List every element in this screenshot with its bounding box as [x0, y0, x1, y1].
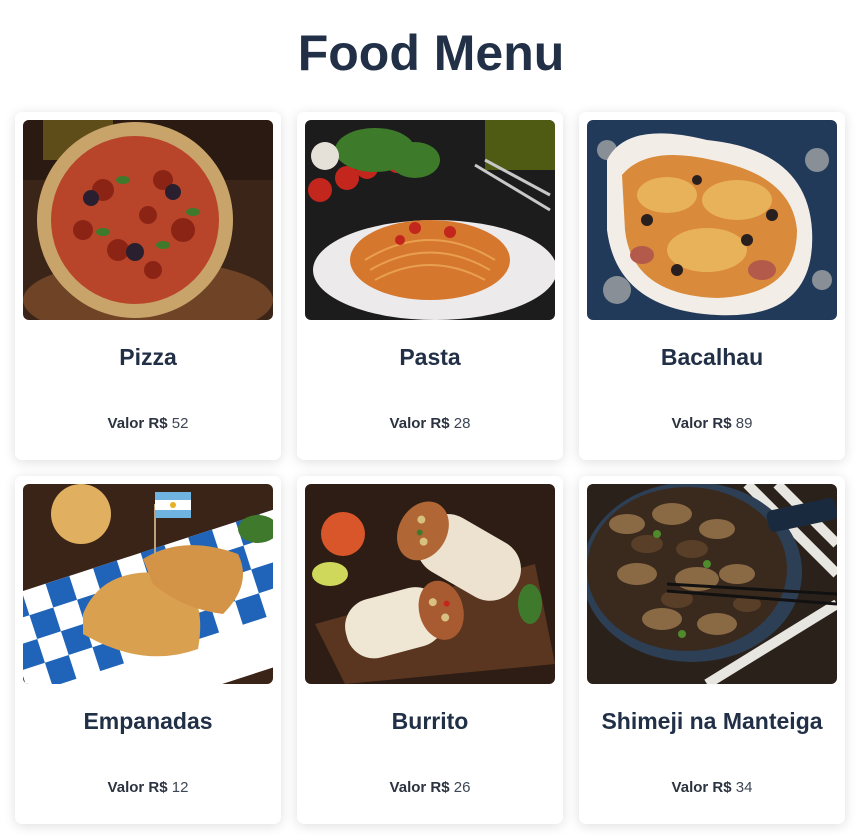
price-label: Valor R$ [671, 779, 732, 796]
empanadas-photo [23, 484, 273, 684]
item-price: Valor R$ 52 [15, 415, 281, 432]
price-label: Valor R$ [671, 415, 732, 432]
price-value: 52 [171, 415, 189, 432]
price-value: 12 [171, 779, 189, 796]
price-label: Valor R$ [107, 779, 168, 796]
menu-card-pizza[interactable]: Pizza Valor R$ 52 [15, 112, 281, 460]
item-name: Burrito [391, 708, 469, 734]
food-menu-page: Food Menu Pizza Valor R$ 52 Pasta Valor … [0, 0, 862, 835]
price-label: Valor R$ [107, 415, 168, 432]
bacalhau-photo [587, 120, 837, 320]
item-name: Bacalhau [660, 344, 764, 370]
menu-card-burrito[interactable]: Burrito Valor R$ 26 [297, 476, 563, 824]
burrito-photo [305, 484, 555, 684]
price-value: 34 [735, 779, 753, 796]
price-label: Valor R$ [389, 779, 450, 796]
menu-grid: Pizza Valor R$ 52 Pasta Valor R$ 28 Baca… [15, 112, 845, 824]
item-price: Valor R$ 12 [15, 779, 281, 796]
price-value: 26 [453, 779, 471, 796]
price-value: 89 [735, 415, 753, 432]
menu-card-shimeji[interactable]: Shimeji na Manteiga Valor R$ 34 [579, 476, 845, 824]
pizza-photo [23, 120, 273, 320]
item-price: Valor R$ 28 [297, 415, 563, 432]
menu-card-pasta[interactable]: Pasta Valor R$ 28 [297, 112, 563, 460]
item-price: Valor R$ 26 [297, 779, 563, 796]
price-label: Valor R$ [389, 415, 450, 432]
menu-card-empanadas[interactable]: Empanadas Valor R$ 12 [15, 476, 281, 824]
page-title: Food Menu [297, 25, 565, 81]
shimeji-photo [587, 484, 837, 684]
item-name: Pasta [399, 344, 461, 370]
item-name: Empanadas [83, 708, 213, 734]
item-name: Pizza [119, 344, 177, 370]
price-value: 28 [453, 415, 471, 432]
pasta-photo [305, 120, 555, 320]
item-price: Valor R$ 34 [579, 779, 845, 796]
item-name: Shimeji na Manteiga [601, 708, 823, 734]
menu-card-bacalhau[interactable]: Bacalhau Valor R$ 89 [579, 112, 845, 460]
item-price: Valor R$ 89 [579, 415, 845, 432]
